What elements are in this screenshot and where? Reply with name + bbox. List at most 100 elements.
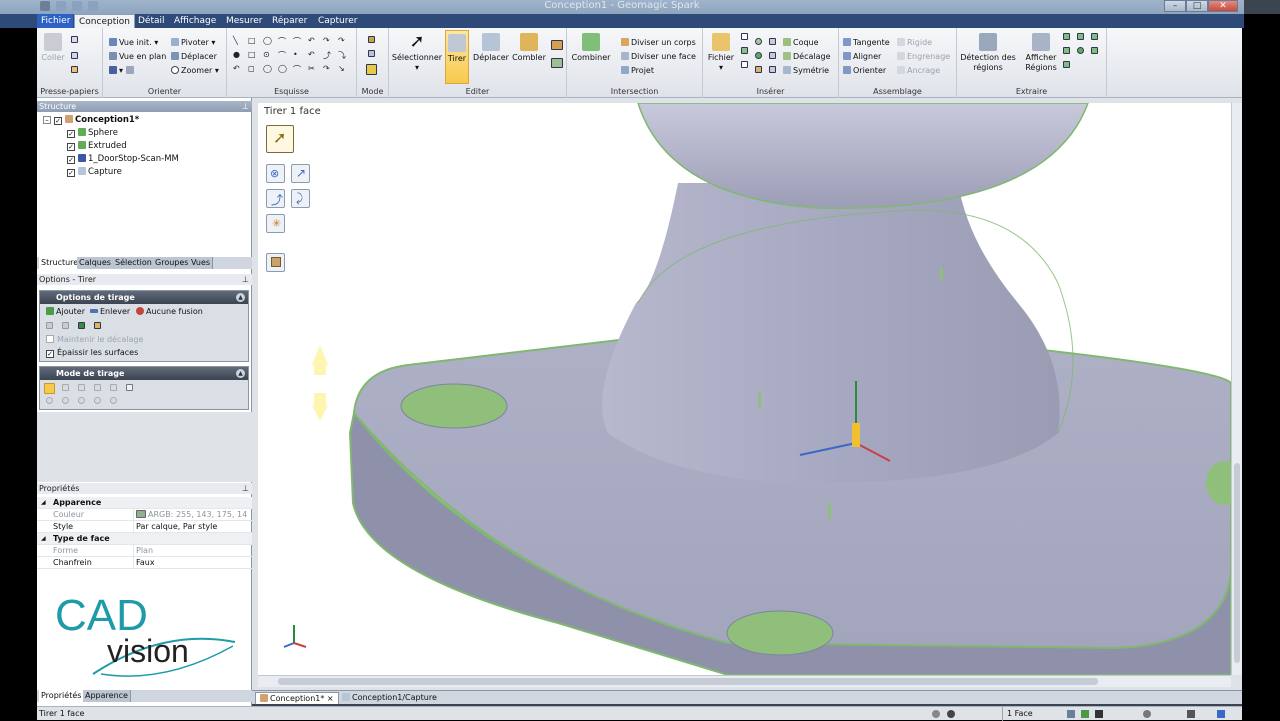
close-button[interactable]: ✕ [1208, 0, 1238, 12]
afficher-regions-button[interactable]: Afficher Régions [1021, 30, 1061, 73]
visibility-checkbox[interactable]: ✓ [67, 143, 75, 151]
epaissir-surfaces-checkbox[interactable]: ✓ Épaissir les surfaces [46, 348, 138, 358]
direction-tool[interactable]: ↗ [291, 164, 310, 183]
rigide-button[interactable]: Rigide [897, 38, 932, 48]
maximize-button[interactable]: □ [1186, 0, 1208, 12]
sketch-tool-icon[interactable]: ◯ [263, 36, 272, 45]
cursor-mode-icon[interactable] [1095, 710, 1103, 718]
checkbox[interactable]: ✓ [46, 350, 54, 358]
line-icon[interactable] [769, 38, 776, 45]
filter-icon[interactable] [1081, 710, 1089, 718]
diviser-face-button[interactable]: Diviser une face [621, 52, 696, 62]
pin-icon[interactable]: ⊥ [242, 274, 249, 285]
sketch-tool-icon[interactable]: ✂ [308, 64, 315, 73]
sketch-tool-icon[interactable]: ↶ [308, 36, 315, 45]
fichier-insert-button[interactable]: Fichier ▾ [705, 30, 737, 73]
tab-selection[interactable]: Sélection [113, 257, 155, 269]
scroll-thumb[interactable] [1234, 463, 1240, 663]
tab-conception[interactable]: Conception [74, 14, 135, 28]
image-icon[interactable] [755, 66, 762, 73]
aligner-button[interactable]: Aligner [843, 52, 881, 62]
mode-icon[interactable] [46, 397, 53, 404]
sketch-tool-icon[interactable]: ⤵ [338, 50, 346, 61]
tab-structure[interactable]: Structure [39, 257, 82, 269]
coque-button[interactable]: Coque [783, 38, 819, 48]
doc-tab-conception[interactable]: Conception1* × [255, 692, 339, 704]
ancrage-button[interactable]: Ancrage [897, 66, 940, 76]
sketch-tool-icon[interactable]: ↷ [323, 36, 330, 45]
ghost-arrow-up[interactable] [312, 345, 328, 375]
sketch-tool-icon[interactable]: ◯ [278, 64, 287, 73]
tab-fichier[interactable]: Fichier [37, 14, 73, 28]
select-filter-icon[interactable] [1067, 710, 1075, 718]
extract-cone-icon[interactable] [1077, 33, 1084, 40]
tab-mesurer[interactable]: Mesurer [222, 14, 266, 28]
copy-icon[interactable] [71, 52, 78, 59]
sketch-tool-icon[interactable]: □ [248, 36, 256, 45]
vue-en-plan-button[interactable]: Vue en plan [109, 52, 166, 62]
engrenage-button[interactable]: Engrenage [897, 52, 950, 62]
combiner-button[interactable]: Combiner [571, 30, 611, 63]
collapse-icon[interactable]: ◢ [41, 497, 46, 509]
point-icon[interactable] [741, 61, 748, 68]
tree-item-extruded[interactable]: ✓ Extruded [67, 141, 127, 152]
tab-groupes[interactable]: Groupes [153, 257, 192, 269]
visibility-checkbox[interactable]: ✓ [67, 156, 75, 164]
scroll-thumb[interactable] [278, 678, 1098, 685]
pull-mode-icon[interactable] [44, 383, 55, 394]
sketch-mode-icon[interactable] [368, 36, 375, 43]
section-mode-icon[interactable] [368, 50, 375, 57]
complete-tool[interactable] [266, 253, 285, 272]
sketch-tool-icon[interactable]: ↶ [233, 64, 240, 73]
3d-viewport[interactable]: Tirer 1 face ➚ ⊗ ↗ ⤴ ⤸ ✳ [258, 103, 1231, 675]
deplacer-view-button[interactable]: Déplacer [171, 52, 217, 62]
mode-icon[interactable] [62, 384, 69, 391]
sketch-tool-icon[interactable]: ╲ [233, 36, 238, 45]
visibility-checkbox[interactable]: ✓ [54, 117, 62, 125]
close-icon[interactable]: × [327, 694, 334, 703]
detection-regions-button[interactable]: Détection des régions [959, 30, 1017, 73]
pivoter-button[interactable]: Pivoter ▾ [171, 38, 215, 48]
tree-item-sphere[interactable]: ✓ Sphere [67, 128, 118, 139]
property-category[interactable]: ◢ Type de face [37, 533, 252, 545]
sketch-tool-icon[interactable]: ⌒ [278, 36, 286, 47]
option-tool-icon[interactable] [78, 322, 85, 329]
extract-check-icon[interactable] [1091, 47, 1098, 54]
info-icon[interactable] [947, 710, 955, 718]
collapse-icon[interactable]: – [43, 116, 51, 124]
sketch-tool-icon[interactable]: □ [248, 50, 256, 59]
sketch-tool-icon[interactable]: ◻ [248, 64, 255, 73]
extract-plane-icon[interactable] [1063, 33, 1070, 40]
tab-capturer[interactable]: Capturer [314, 14, 362, 28]
mode-tirage-header[interactable]: Mode de tirage ▲ [40, 367, 248, 380]
projet-button[interactable]: Projet [621, 66, 654, 76]
edit-extra-icon[interactable] [551, 40, 563, 50]
maintenir-decalage-checkbox[interactable]: Maintenir le décalage [46, 335, 143, 344]
axis-icon[interactable] [741, 47, 748, 54]
view-mode-icon[interactable] [1143, 710, 1151, 718]
sketch-tool-icon[interactable]: ⤴ [323, 50, 331, 61]
mode-icon[interactable] [126, 384, 133, 391]
ghost-arrow-down[interactable] [312, 393, 328, 421]
pivot-tool[interactable]: ⤸ [291, 189, 310, 208]
collapse-icon[interactable]: ◢ [41, 533, 46, 545]
3d-mode-icon[interactable] [366, 64, 377, 75]
sketch-tool-icon[interactable]: ↶ [308, 50, 315, 59]
mode-icon[interactable] [94, 397, 101, 404]
sketch-tool-icon[interactable]: ◯ [263, 64, 272, 73]
format-painter-icon[interactable] [71, 66, 78, 73]
display-mode-icon[interactable] [1187, 710, 1195, 718]
tab-calques[interactable]: Calques [77, 257, 114, 269]
select-tool-button[interactable]: ➚ [266, 125, 294, 153]
tab-detail[interactable]: Détail [134, 14, 169, 28]
mode-icon[interactable] [110, 384, 117, 391]
sketch-tool-icon[interactable]: ↷ [338, 36, 345, 45]
tree-item-scan[interactable]: ✓ 1_DoorStop-Scan-MM [67, 154, 179, 165]
curve-icon[interactable] [769, 66, 776, 73]
visibility-checkbox[interactable]: ✓ [67, 169, 75, 177]
tree-item-capture[interactable]: ✓ Capture [67, 167, 122, 178]
extract-cylinder-icon[interactable] [1063, 61, 1070, 68]
up-to-tool[interactable]: ⤴ [266, 189, 285, 208]
sketch-tool-icon[interactable]: ↘ [338, 64, 345, 73]
cylinder-icon[interactable] [755, 38, 762, 45]
